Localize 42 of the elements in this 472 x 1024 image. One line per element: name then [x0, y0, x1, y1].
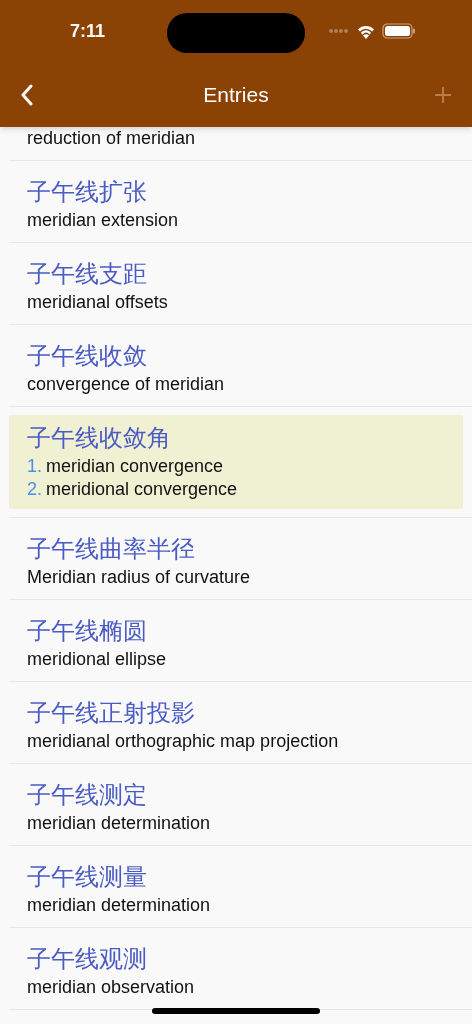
entry-meaning: meridianal offsets	[27, 291, 168, 314]
entry-row[interactable]: 子午线观测 meridian observation	[9, 928, 472, 1009]
wifi-icon	[356, 23, 376, 39]
entry-term: 子午线观测	[27, 944, 148, 975]
nav-title: Entries	[203, 81, 269, 108]
entry-term: 子午线正射投影	[27, 698, 196, 729]
entry-meaning: meridian determination	[27, 812, 211, 835]
entry-row[interactable]: 子午线扩张 meridian extension	[9, 161, 472, 242]
entry-meaning: meridian determination	[27, 894, 211, 917]
entry-row[interactable]: 子午线测量 meridian determination	[9, 846, 472, 927]
entry-meaning: meridional convergence	[46, 478, 238, 501]
entry-meaning: meridian convergence	[46, 455, 224, 478]
back-icon	[20, 83, 34, 106]
entry-meaning: meridian observation	[27, 976, 195, 999]
entry-meaning: meridianal orthographic map projection	[27, 730, 339, 753]
entry-term: 子午线支距	[27, 259, 148, 290]
entry-row[interactable]: 子午线支距 meridianal offsets	[9, 243, 472, 324]
entry-meaning: reduction of meridian	[27, 127, 196, 150]
signal-icon	[328, 28, 350, 34]
entry-row[interactable]: reduction of meridian	[9, 127, 472, 160]
add-icon	[434, 85, 452, 104]
entry-row-highlighted[interactable]: 子午线收敛角 1. meridian convergence 2. meridional convergence	[9, 415, 463, 509]
entry-term: 子午线扩张	[27, 177, 148, 208]
entry-meaning: convergence of meridian	[27, 373, 225, 396]
entry-row[interactable]: 子午线椭圆 meridional ellipse	[9, 600, 472, 681]
entry-term: 子午线测定	[27, 780, 148, 811]
entry-row[interactable]: 子午线收敛 convergence of meridian	[9, 325, 472, 406]
entry-term: 子午线曲率半径	[27, 534, 196, 565]
entry-term: 子午线收敛角	[27, 423, 172, 454]
entry-meaning: meridional ellipse	[27, 648, 167, 671]
entry-term: 子午线收敛	[27, 341, 148, 372]
meaning-number: 2.	[27, 478, 42, 501]
entry-meaning: meridian extension	[27, 209, 179, 232]
entry-term: 子午线测量	[27, 862, 148, 893]
entry-row[interactable]: 子午线正射投影 meridianal orthographic map projection	[9, 682, 472, 763]
entry-term: 子午线椭圆	[27, 616, 148, 647]
battery-icon	[382, 23, 416, 39]
status-time: 7:11	[70, 19, 106, 43]
meaning-number: 1.	[27, 455, 42, 478]
entry-row[interactable]: 子午线曲率半径 Meridian radius of curvature	[9, 518, 472, 599]
entry-row[interactable]: 子午线测定 meridian determination	[9, 764, 472, 845]
entry-meaning: Meridian radius of curvature	[27, 566, 251, 589]
